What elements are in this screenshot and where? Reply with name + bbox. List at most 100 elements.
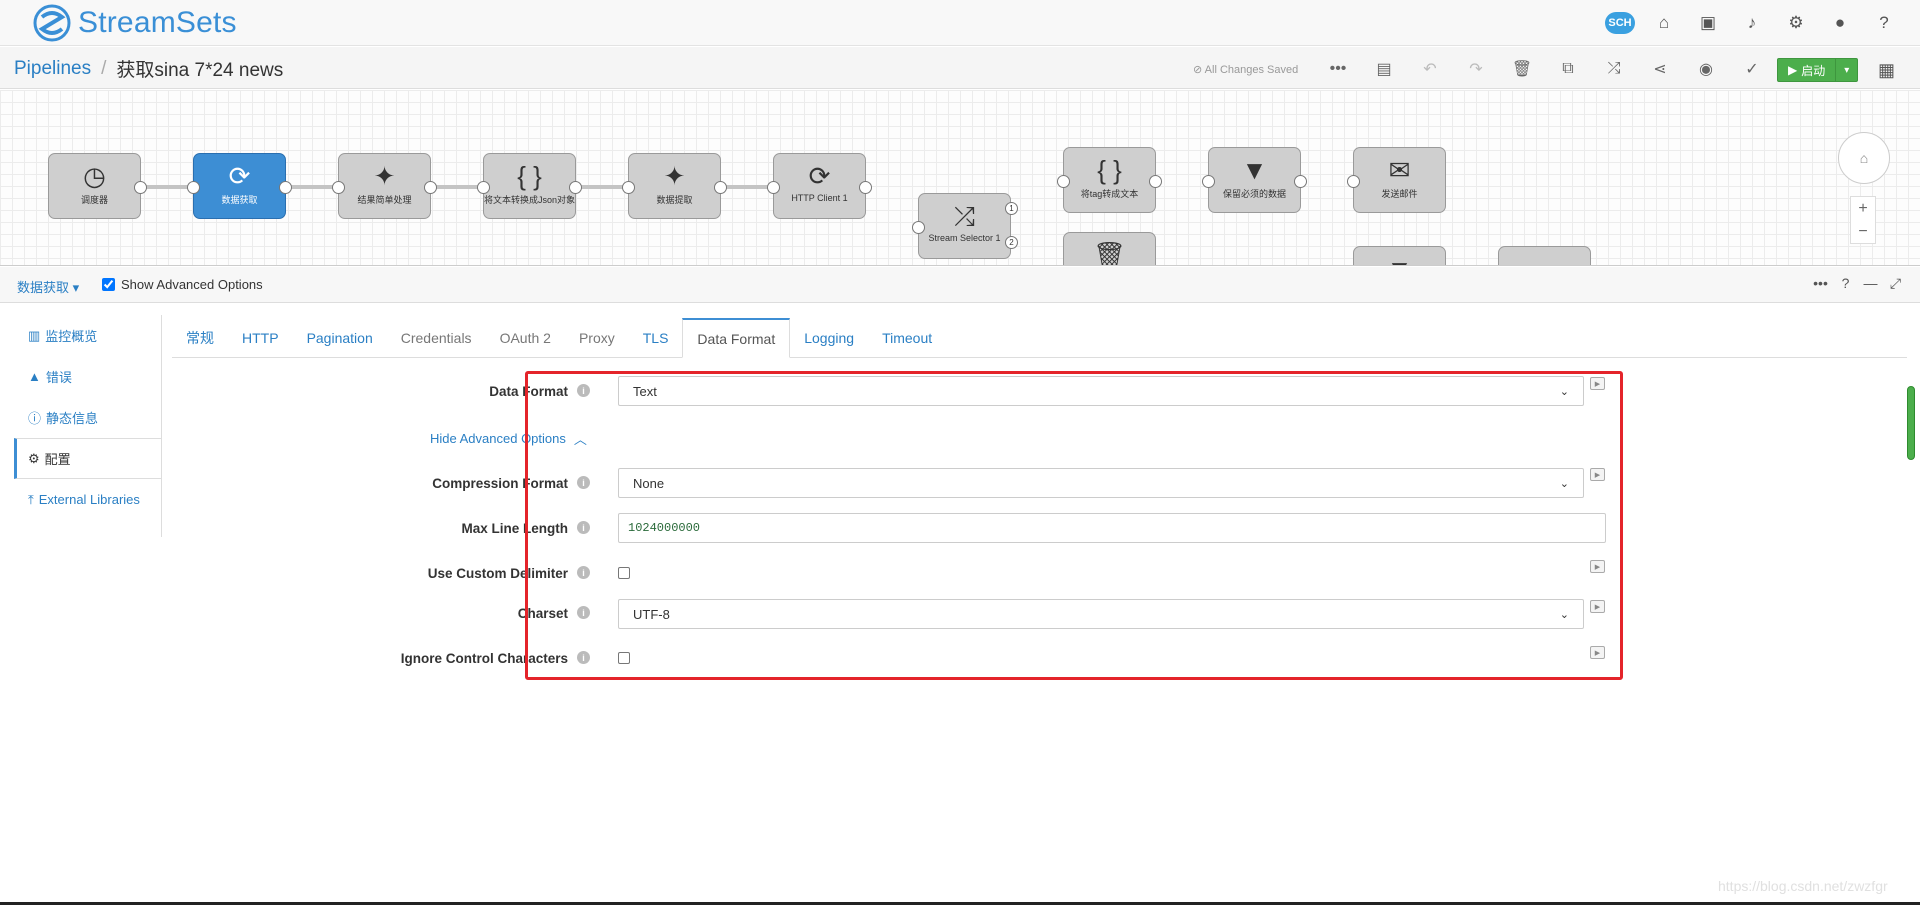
compression-format-select[interactable]: None ⌄ [618, 468, 1584, 498]
home-icon[interactable]: ⌂ [1642, 10, 1686, 36]
filter-icon: ▼ [1354, 255, 1445, 265]
tab-logging[interactable]: Logging [790, 318, 868, 358]
stage-stream-selector-1[interactable]: ⤮ Stream Selector 1 1 2 [912, 193, 1018, 259]
expression-play-icon[interactable]: ▶ [1590, 600, 1605, 613]
home-icon[interactable]: ⌂ [1860, 150, 1868, 166]
json-icon: { } [1097, 155, 1122, 185]
info-icon: ⓘ [28, 411, 42, 426]
stage-send-email[interactable]: ✉ 发送邮件 [1347, 147, 1446, 213]
stage-trash[interactable]: 🗑 [1063, 232, 1156, 265]
groovy-icon: ✦ [373, 161, 396, 191]
tab-pagination[interactable]: Pagination [293, 318, 387, 358]
stage-data-extract[interactable]: ✦ 数据提取 [622, 153, 727, 219]
breadcrumb: Pipelines / 获取sina 7*24 news [14, 55, 283, 82]
max-line-length-input[interactable]: 1024000000 [618, 513, 1606, 543]
expression-play-icon[interactable]: ▶ [1590, 468, 1605, 481]
zoom-in-icon[interactable]: + [1858, 200, 1867, 218]
shuffle-icon[interactable]: ⤮ [1591, 56, 1637, 82]
tab-timeout[interactable]: Timeout [868, 318, 946, 358]
data-format-select[interactable]: Text ⌄ [618, 376, 1584, 406]
expression-play-icon[interactable]: ▶ [1590, 377, 1605, 390]
use-custom-delimiter-checkbox[interactable] [618, 567, 630, 579]
info-icon[interactable]: i [577, 606, 590, 619]
chevron-down-icon: ⌄ [1559, 385, 1569, 398]
stage-text-to-json[interactable]: { } 将文本转换成Json对象 [477, 153, 582, 219]
watermark: https://blog.csdn.net/zwzfgr [1718, 878, 1888, 894]
logo[interactable]: StreamSets [32, 2, 237, 44]
info-icon[interactable]: i [577, 521, 590, 534]
zoom-out-icon[interactable]: − [1858, 223, 1867, 241]
pipeline-canvas[interactable]: ◷ 调度器 ⟳ 数据获取 ✦ 结果简单处理 { } 将文本转换成Json对象 ✦… [0, 90, 1920, 266]
tab-oauth2[interactable]: OAuth 2 [486, 318, 565, 358]
document-icon[interactable]: ▤ [1361, 56, 1407, 82]
nav-monitor-summary[interactable]: ▥ 监控概览 [14, 315, 161, 356]
stage-selector-dropdown[interactable]: 数据获取 ▾ [17, 277, 79, 296]
more-icon[interactable]: ••• [1315, 56, 1361, 82]
info-icon[interactable]: i [577, 476, 590, 489]
breadcrumb-pipelines-link[interactable]: Pipelines [14, 58, 91, 80]
stage-tag-to-text[interactable]: { } 将tag转成文本 [1057, 147, 1162, 213]
charset-select[interactable]: UTF-8 ⌄ [618, 599, 1584, 629]
stage-result-process[interactable]: ✦ 结果简单处理 [332, 153, 437, 219]
undo-icon[interactable]: ↶ [1407, 56, 1453, 82]
upload-icon: ⤒ [28, 491, 34, 507]
trash-icon[interactable]: 🗑 [1499, 56, 1545, 82]
nav-static-info[interactable]: ⓘ 静态信息 [14, 397, 161, 438]
minimize-icon[interactable]: — [1858, 275, 1883, 292]
sch-icon[interactable]: SCH [1598, 10, 1642, 36]
nav-errors[interactable]: ▲ 错误 [14, 356, 161, 397]
expand-icon[interactable]: ⤢ [1883, 275, 1908, 292]
stage-data-fetch[interactable]: ⟳ 数据获取 [187, 153, 292, 219]
show-advanced-options[interactable]: Show Advanced Options [102, 277, 263, 292]
start-button[interactable]: ▶ 启动 ▾ [1777, 58, 1859, 82]
logo-text: StreamSets [78, 6, 237, 39]
scrollbar[interactable] [1907, 386, 1915, 460]
caret-down-icon: ▾ [72, 280, 80, 295]
validate-icon[interactable]: ✓ [1729, 56, 1775, 82]
canvas-zoom-control: + − [1850, 196, 1876, 244]
stage-user[interactable]: ● [1498, 246, 1591, 265]
redo-icon[interactable]: ↷ [1453, 56, 1499, 82]
share-icon[interactable]: ⋖ [1637, 56, 1683, 82]
play-icon: ▶ [1788, 63, 1798, 77]
tab-http[interactable]: HTTP [228, 318, 293, 358]
info-icon[interactable]: i [577, 384, 590, 397]
start-dropdown-caret-icon[interactable]: ▾ [1835, 59, 1857, 81]
info-icon[interactable]: i [577, 566, 590, 579]
config-left-nav: ▥ 监控概览 ▲ 错误 ⓘ 静态信息 ⚙ 配置 ⤒ External Libraries [14, 315, 162, 537]
stage-scheduler[interactable]: ◷ 调度器 [48, 153, 147, 219]
bell-icon[interactable]: ♪ [1730, 10, 1774, 36]
nav-configuration[interactable]: ⚙ 配置 [14, 438, 161, 479]
tab-credentials[interactable]: Credentials [387, 318, 486, 358]
hide-advanced-options-link[interactable]: Hide Advanced Options ︿ [430, 429, 587, 448]
canvas-pan-control[interactable]: ⌂ [1838, 132, 1890, 184]
user-icon[interactable]: ● [1818, 10, 1862, 36]
settings-icon[interactable]: ⚙ [1774, 10, 1818, 36]
http-client-icon: ⟳ [228, 161, 251, 191]
copy-icon[interactable]: ⧉ [1545, 56, 1591, 82]
eye-icon[interactable]: ◉ [1683, 56, 1729, 82]
chevron-down-icon: ⌄ [1559, 477, 1569, 490]
info-icon[interactable]: i [577, 651, 590, 664]
ignore-control-characters-checkbox[interactable] [618, 652, 630, 664]
compression-format-label: Compression Format [432, 476, 568, 491]
tab-proxy[interactable]: Proxy [565, 318, 629, 358]
save-status: ⊘ All Changes Saved [1193, 64, 1299, 76]
expression-play-icon[interactable]: ▶ [1590, 560, 1605, 573]
tab-general[interactable]: 常规 [172, 318, 228, 358]
apps-grid-icon[interactable]: ▦ [1878, 60, 1895, 81]
help-icon[interactable]: ? [1862, 10, 1906, 36]
tab-tls[interactable]: TLS [629, 318, 683, 358]
stage-http-client-1[interactable]: ⟳ HTTP Client 1 [767, 153, 872, 219]
filter-icon: ▼ [1241, 155, 1268, 185]
tab-data-format[interactable]: Data Format [682, 318, 791, 358]
show-advanced-checkbox[interactable] [102, 278, 115, 291]
gift-icon[interactable]: ▣ [1686, 10, 1730, 36]
nav-external-libraries[interactable]: ⤒ External Libraries [14, 479, 161, 520]
stage-keep-required-data[interactable]: ▼ 保留必须的数据 [1202, 147, 1307, 213]
stage-filter-2[interactable]: ▼ [1353, 246, 1446, 265]
bar-chart-icon: ▥ [28, 327, 41, 343]
help-icon[interactable]: ? [1833, 275, 1858, 292]
expression-play-icon[interactable]: ▶ [1590, 646, 1605, 659]
more-icon[interactable]: ••• [1808, 275, 1833, 292]
